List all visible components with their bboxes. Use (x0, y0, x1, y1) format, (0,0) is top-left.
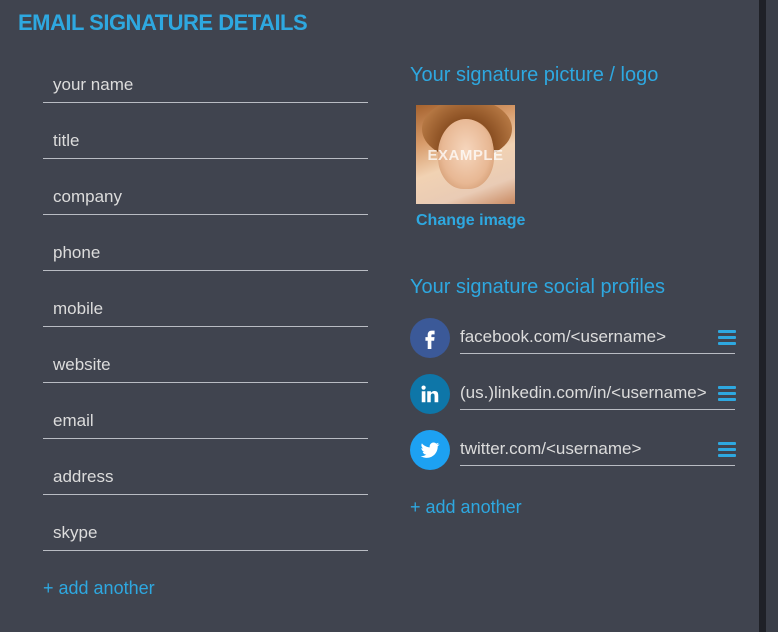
scrollbar-thumb[interactable] (759, 0, 766, 632)
title-field-row (43, 123, 368, 179)
add-field-link[interactable]: + add another (43, 578, 155, 599)
title-field[interactable] (43, 123, 368, 159)
mobile-field-row (43, 291, 368, 347)
name-field[interactable] (43, 67, 368, 103)
website-field[interactable] (43, 347, 368, 383)
social-row-facebook (410, 318, 736, 368)
drag-handle-icon[interactable] (718, 386, 736, 402)
signature-picture[interactable]: EXAMPLE (416, 105, 515, 204)
phone-field-row (43, 235, 368, 291)
linkedin-icon (410, 374, 450, 414)
signature-fields (43, 67, 368, 571)
company-field-row (43, 179, 368, 235)
drag-handle-icon[interactable] (718, 330, 736, 346)
social-row-twitter (410, 430, 736, 480)
address-field[interactable] (43, 459, 368, 495)
email-field-row (43, 403, 368, 459)
example-watermark: EXAMPLE (427, 147, 504, 164)
picture-heading: Your signature picture / logo (410, 64, 659, 86)
company-field[interactable] (43, 179, 368, 215)
scrollbar-track[interactable] (766, 0, 778, 632)
social-row-linkedin (410, 374, 736, 424)
facebook-field[interactable] (460, 320, 735, 354)
twitter-icon (410, 430, 450, 470)
twitter-field[interactable] (460, 432, 735, 466)
add-social-link[interactable]: + add another (410, 497, 522, 518)
email-field[interactable] (43, 403, 368, 439)
social-heading: Your signature social profiles (410, 276, 665, 298)
linkedin-field[interactable] (460, 376, 735, 410)
phone-field[interactable] (43, 235, 368, 271)
facebook-icon (410, 318, 450, 358)
drag-handle-icon[interactable] (718, 442, 736, 458)
page-title: EMAIL SIGNATURE DETAILS (18, 10, 308, 35)
skype-field[interactable] (43, 515, 368, 551)
name-field-row (43, 67, 368, 123)
skype-field-row (43, 515, 368, 571)
change-image-link[interactable]: Change image (416, 212, 525, 230)
address-field-row (43, 459, 368, 515)
website-field-row (43, 347, 368, 403)
mobile-field[interactable] (43, 291, 368, 327)
